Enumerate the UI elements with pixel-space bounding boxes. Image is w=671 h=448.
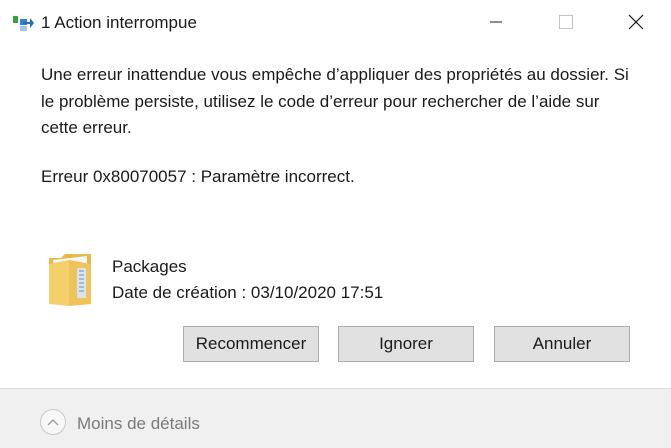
error-code: Erreur 0x80070057 : Paramètre incorrect.: [41, 167, 355, 186]
close-icon: [628, 14, 644, 30]
item-created-date: Date de création : 03/10/2020 17:51: [112, 283, 384, 302]
cancel-button[interactable]: Annuler: [494, 326, 630, 362]
retry-button[interactable]: Recommencer: [183, 326, 319, 362]
close-button[interactable]: [613, 0, 659, 44]
message-area: Une erreur inattendue vous empêche d’app…: [41, 62, 641, 142]
folder-icon: [49, 254, 91, 306]
minimize-icon: [490, 21, 502, 23]
maximize-button: [543, 0, 589, 44]
details-toggle-label[interactable]: Moins de détails: [77, 414, 200, 434]
file-transfer-icon: [13, 16, 34, 31]
maximize-icon: [559, 15, 573, 29]
minimize-button[interactable]: [473, 0, 519, 44]
details-toggle-button[interactable]: [40, 409, 66, 435]
chevron-up-icon: [47, 419, 59, 426]
window-title: 1 Action interrompue: [41, 13, 197, 32]
skip-button[interactable]: Ignorer: [338, 326, 474, 362]
error-message: Une erreur inattendue vous empêche d’app…: [41, 65, 629, 137]
item-name: Packages: [112, 257, 187, 276]
title-bar: 1 Action interrompue: [0, 0, 671, 46]
